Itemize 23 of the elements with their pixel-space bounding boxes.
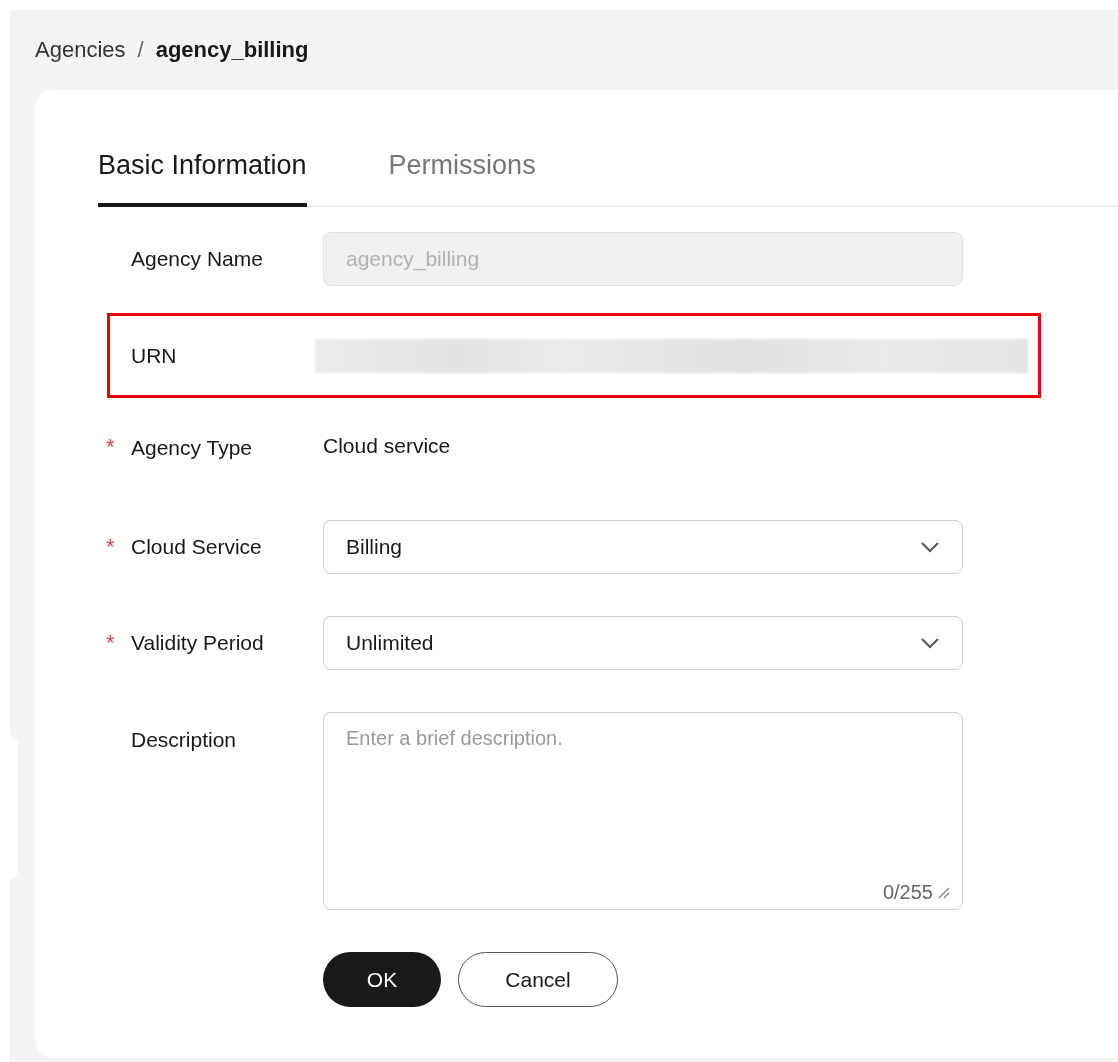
select-field[interactable]: Unlimited [323,616,963,670]
field-value: Cloud service [323,434,451,458]
field-label: URN [131,343,178,368]
ok-button[interactable]: OK [323,952,441,1007]
field-label: Agency Type [131,436,254,460]
chevron-down-icon [920,637,940,649]
breadcrumb-link[interactable]: Agencies [35,37,126,63]
character-counter: 0/255 [882,881,933,904]
field-label: Description [131,728,238,752]
tab[interactable]: Permissions [388,150,536,207]
select-field[interactable]: Billing [323,520,963,574]
resize-handle-icon[interactable] [937,885,951,900]
required-mark: * [106,536,115,558]
field-label: Cloud Service [131,535,263,559]
tab[interactable]: Basic Information [98,150,307,207]
required-mark: * [106,436,115,458]
required-mark: * [106,632,115,654]
field-label: Validity Period [131,631,265,655]
breadcrumb-current: agency_billing [155,37,309,63]
breadcrumb-separator: / [137,37,144,63]
cancel-button[interactable]: Cancel [458,952,618,1007]
field-label: Agency Name [131,247,264,271]
chevron-down-icon [920,541,940,553]
